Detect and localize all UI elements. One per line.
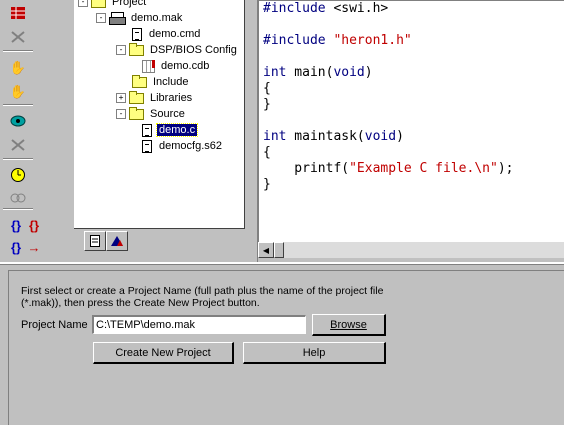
create-button-label: Create New Project [115,346,211,359]
file-view-icon [90,235,100,247]
toolbar-separator [3,50,33,52]
collapse-icon[interactable]: - [78,0,88,7]
tree-item-label: Include [153,76,189,88]
create-new-project-button[interactable]: Create New Project [93,342,234,364]
project-file-icon [109,12,126,25]
disabled-profile-icon [8,188,28,206]
tree-item[interactable]: demo.cdb [142,58,211,74]
tree-item[interactable]: demo.cmd [132,26,202,42]
toolbar-separator [3,158,33,160]
tree-item[interactable]: - Project [78,0,148,10]
toolbar-separator [3,104,33,106]
help-button-label: Help [302,346,326,359]
tree-item-label: demo.c [155,123,199,137]
config-db-icon [142,59,155,73]
file-icon [142,123,152,137]
code-line: int main(void) [263,65,373,80]
tree-item-label: demo.cmd [149,28,201,40]
tree-item[interactable]: - Source [116,106,187,122]
tree-item-label: Project [112,0,147,8]
collapse-icon[interactable]: - [116,109,126,119]
toolbar-separator [3,208,33,210]
folder-icon [91,0,106,8]
folder-icon [129,90,144,104]
collapse-icon[interactable]: - [96,13,106,23]
tree-item[interactable]: Include [132,74,190,90]
disabled-step-icon [8,28,28,46]
folder-icon [129,106,144,120]
code-editor[interactable]: #include <swi.h> #include "heron1.h" int m… [258,0,564,244]
tree-item-label: demo.mak [131,12,183,24]
code-line: int maintask(void) [263,129,404,144]
browse-button[interactable]: Browse [312,314,386,336]
code-line: #include "heron1.h" [263,33,412,48]
instructions-line-1: First select or create a Project Name (f… [21,285,384,297]
expand-icon[interactable]: + [116,93,126,103]
code-line: printf("Example C file.\n"); [263,161,514,176]
left-toolbar: ✋ ✋ {} {} {} → [0,0,41,262]
disabled-run-icon [8,136,28,154]
folder-icon [129,42,144,56]
tree-item[interactable]: + Libraries [116,90,194,106]
collapse-icon[interactable]: - [116,45,126,55]
tree-item-label: democfg.s62 [159,140,222,152]
step-into-icon[interactable]: {} [6,216,26,234]
project-view-tabs [74,229,244,253]
tab-file-view[interactable] [84,231,106,251]
step-out-icon[interactable]: {} [6,238,26,256]
splitter[interactable] [248,0,258,262]
tree-item[interactable]: democfg.s62 [142,138,224,154]
halt-hand-icon[interactable]: ✋ [8,58,28,76]
project-tree: - Project - demo.mak demo.cmd - DSP/BIOS Confi… [74,0,245,229]
disabled-hand-icon: ✋ [9,83,27,99]
file-icon [132,27,142,41]
project-name-label: Project Name [21,319,88,331]
tree-item-label: Source [150,108,185,120]
help-button[interactable]: Help [243,342,386,364]
tree-item[interactable]: demo.c [142,122,199,138]
file-icon [142,139,152,153]
code-line: #include <swi.h> [263,1,389,16]
bios-view-icon [111,236,123,246]
folder-icon [132,74,147,88]
tree-item[interactable]: - DSP/BIOS Config [116,42,239,58]
horizontal-scrollbar[interactable]: ◀ [258,242,564,258]
animate-icon[interactable] [8,112,28,130]
tree-item[interactable]: - demo.mak [96,10,184,26]
tree-item-label: demo.cdb [161,60,210,72]
project-name-input[interactable] [92,315,306,334]
code-line: { [263,81,271,96]
step-over-icon[interactable]: {} [24,216,44,234]
code-line: } [263,97,271,112]
tab-bios-view[interactable] [106,231,128,251]
browse-button-label: Browse [330,318,367,331]
code-line: } [263,177,271,192]
registers-icon[interactable] [8,4,28,22]
clock-icon[interactable] [8,166,28,184]
scroll-left-button[interactable]: ◀ [258,242,274,258]
left-arrow-icon: ◀ [262,245,270,255]
run-to-cursor-icon[interactable]: → [24,238,44,256]
code-line: { [263,145,271,160]
instructions-line-2: (*.mak)), then press the Create New Proj… [21,297,260,309]
tree-item-label: DSP/BIOS Config [150,44,237,56]
scroll-thumb[interactable] [274,242,284,258]
tree-item-label: Libraries [150,92,193,104]
